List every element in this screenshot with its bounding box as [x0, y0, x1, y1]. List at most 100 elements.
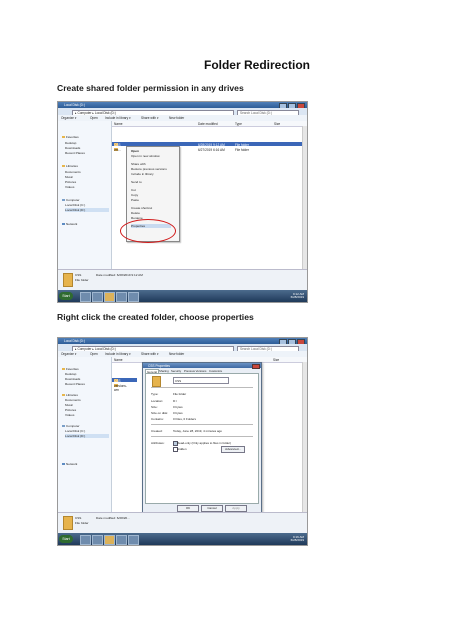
details-date: Date modified: 6/28/2019 9:12 AM: [96, 273, 143, 277]
open-button[interactable]: Open: [90, 352, 98, 356]
highlight-circle: [120, 219, 176, 243]
menu-item-paste[interactable]: Paste: [131, 198, 139, 202]
organize-button[interactable]: Organize ▾: [61, 116, 76, 120]
clock-date: 6/28/2019: [290, 295, 304, 299]
powershell-icon[interactable]: [92, 292, 103, 302]
folder-icon: [63, 273, 73, 287]
explorer-icon[interactable]: [104, 535, 115, 545]
server-manager-icon[interactable]: [80, 535, 91, 545]
menu-item-restore-previous-versions[interactable]: Restore previous versions: [131, 167, 167, 171]
column-name[interactable]: Name: [114, 122, 123, 126]
nav-label: Libraries: [66, 164, 78, 168]
advanced-button[interactable]: Advanced...: [221, 446, 245, 453]
caption-create-shared-folder: Create shared folder permission in any d…: [57, 83, 244, 93]
powershell-icon[interactable]: [92, 535, 103, 545]
cancel-button[interactable]: Cancel: [201, 505, 223, 512]
menu-item-share-with[interactable]: Share with: [131, 162, 146, 166]
nav-item-documents[interactable]: Documents: [65, 398, 81, 402]
new-folder-button[interactable]: New folder: [169, 352, 184, 356]
organize-button[interactable]: Organize ▾: [61, 352, 76, 356]
start-button[interactable]: Start: [59, 535, 73, 543]
menu-item-create-shortcut[interactable]: Create shortcut: [131, 206, 152, 210]
share-with-button[interactable]: Share with ▾: [141, 116, 159, 120]
nav-item-desktop[interactable]: Desktop: [65, 141, 76, 145]
system-clock[interactable]: 9:16 AM 6/28/2019: [291, 535, 304, 543]
nav-label: Videos: [65, 413, 75, 417]
column-name[interactable]: Name: [114, 358, 123, 362]
nav-item-pictures[interactable]: Pictures: [65, 180, 76, 184]
nav-label: Favorites: [66, 367, 79, 371]
nav-label: Local Disk (D:): [65, 434, 86, 438]
menu-item-send-to[interactable]: Send to: [131, 180, 142, 184]
nav-item-documents[interactable]: Documents: [65, 170, 81, 174]
folder-icon: [152, 376, 161, 387]
nav-item-downloads[interactable]: Downloads: [65, 146, 80, 150]
document-title: Folder Redirection: [203, 58, 310, 72]
nav-item-downloads[interactable]: Downloads: [65, 377, 80, 381]
separator: [151, 424, 253, 425]
new-folder-button[interactable]: New folder: [169, 116, 184, 120]
menu-item-copy[interactable]: Copy: [131, 193, 138, 197]
nav-label: Computer: [66, 198, 80, 202]
file-type: File folder: [235, 147, 249, 152]
nav-item-libraries[interactable]: Libraries: [62, 164, 78, 168]
open-button[interactable]: Open: [90, 116, 98, 120]
system-clock[interactable]: 9:12 AM 6/28/2019: [290, 292, 304, 300]
file-row-css[interactable]: CSS: [112, 378, 137, 383]
nav-item-music[interactable]: Music: [65, 403, 73, 407]
nav-item-recent-places[interactable]: Recent Places: [65, 151, 85, 155]
menu-item-open[interactable]: Open: [131, 149, 139, 153]
file-row-versions[interactable]: versions-wm: [112, 383, 137, 392]
column-size[interactable]: Size: [273, 358, 279, 362]
nav-item-local-disk-d[interactable]: Local Disk (D:): [65, 434, 109, 438]
nav-item-videos[interactable]: Videos: [65, 185, 74, 189]
menu-item-open-new-window[interactable]: Open in new window: [131, 154, 160, 158]
nav-item-music[interactable]: Music: [65, 175, 73, 179]
nav-item-desktop[interactable]: Desktop: [65, 372, 76, 376]
include-in-library-button[interactable]: Include in library ▾: [105, 116, 131, 120]
nav-item-videos[interactable]: Videos: [65, 413, 74, 417]
column-date-modified[interactable]: Date modified: [198, 122, 218, 126]
field-value: Today, June 28, 2019, 4 minutes ago: [173, 429, 222, 433]
nav-item-network[interactable]: Network: [62, 222, 77, 226]
nav-item-computer[interactable]: Computer: [62, 424, 80, 428]
nav-item-pictures[interactable]: Pictures: [65, 408, 76, 412]
explorer-icon[interactable]: [104, 292, 115, 302]
nav-item-favorites[interactable]: Favorites: [62, 367, 79, 371]
share-with-button[interactable]: Share with ▾: [141, 352, 159, 356]
ok-button[interactable]: OK: [177, 505, 199, 512]
nav-label: Network: [66, 222, 78, 226]
star-icon: [62, 367, 65, 371]
column-type[interactable]: Type: [235, 122, 242, 126]
vertical-scrollbar[interactable]: [302, 126, 307, 270]
apply-button[interactable]: Apply: [225, 505, 247, 512]
nav-item-local-disk-c[interactable]: Local Disk (C:): [65, 203, 85, 207]
app-icon[interactable]: [116, 535, 127, 545]
nav-item-libraries[interactable]: Libraries: [62, 393, 78, 397]
nav-item-local-disk-c[interactable]: Local Disk (C:): [65, 429, 85, 433]
nav-label: Documents: [65, 170, 81, 174]
app-icon[interactable]: [128, 292, 139, 302]
nav-item-local-disk-d[interactable]: Local Disk (D:): [65, 208, 109, 212]
app-icon[interactable]: [116, 292, 127, 302]
field-value: 0 bytes: [173, 405, 183, 409]
column-header: Name Date modified Type Size: [112, 121, 307, 127]
menu-item-cut[interactable]: Cut: [131, 188, 136, 192]
start-button[interactable]: Start: [59, 292, 73, 300]
nav-label: Computer: [66, 424, 80, 428]
vertical-scrollbar[interactable]: [302, 362, 307, 513]
include-in-library-button[interactable]: Include in library ▾: [105, 352, 131, 356]
file-type: File folder: [235, 142, 249, 147]
folder-name-input[interactable]: CSS: [173, 377, 229, 384]
nav-item-network[interactable]: Network: [62, 462, 77, 466]
nav-item-favorites[interactable]: Favorites: [62, 135, 79, 139]
nav-item-recent-places[interactable]: Recent Places: [65, 382, 85, 386]
app-icon[interactable]: [128, 535, 139, 545]
nav-item-computer[interactable]: Computer: [62, 198, 80, 202]
column-size[interactable]: Size: [274, 122, 280, 126]
details-pane: CSS Date modified: 6/28/20... File folde…: [58, 512, 307, 533]
menu-item-include-in-library[interactable]: Include in library: [131, 172, 154, 176]
server-manager-icon[interactable]: [80, 292, 91, 302]
menu-item-delete[interactable]: Delete: [131, 211, 140, 215]
nav-label: Pictures: [65, 180, 77, 184]
